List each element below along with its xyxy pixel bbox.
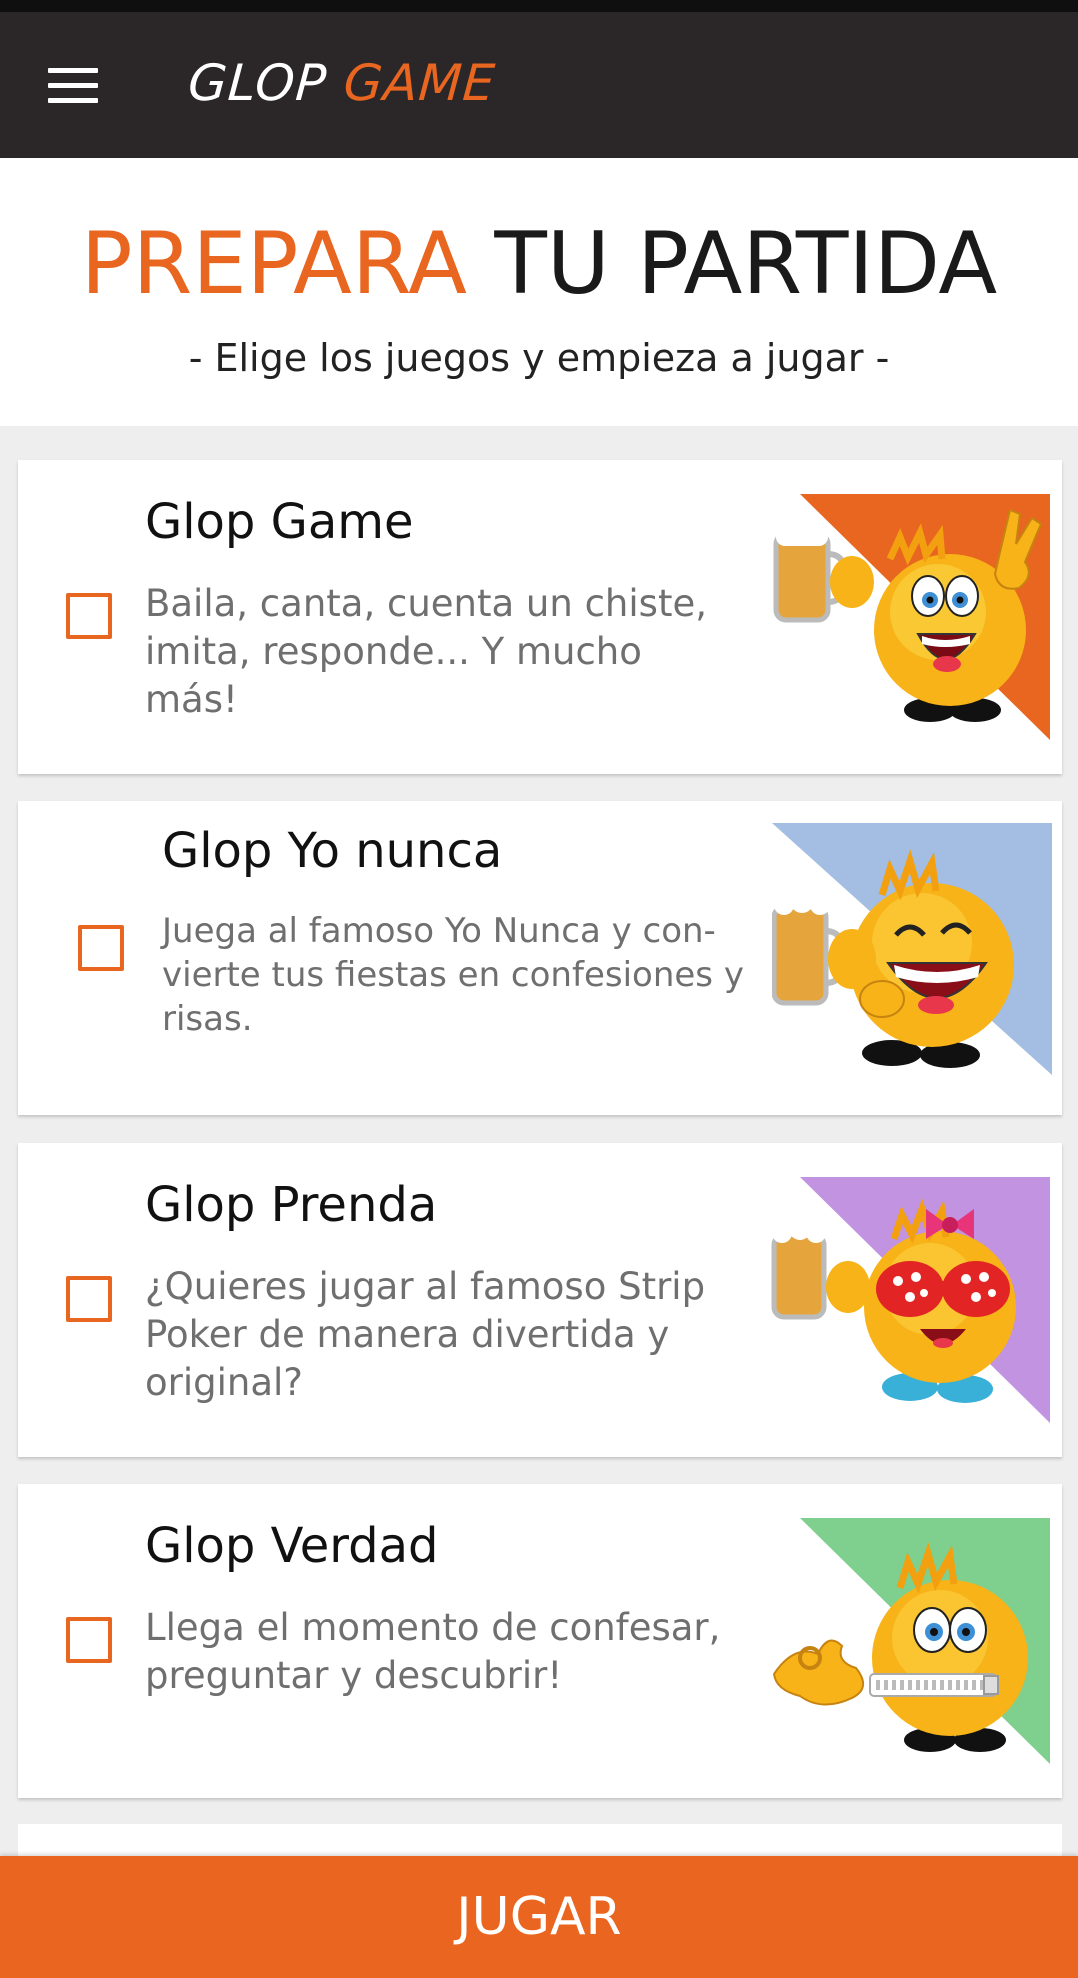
game-card-glop-prenda[interactable]: Glop Prenda ¿Quieres jugar al famoso Str…	[18, 1143, 1062, 1457]
game-card-glop-verdad[interactable]: Glop Verdad Llega el momento de confesar…	[18, 1484, 1062, 1798]
mascot-cheering-beer-image	[773, 494, 1050, 740]
game-title: Glop Prenda	[145, 1177, 438, 1233]
game-description: Baila, canta, cuenta un chiste, imita, r…	[145, 582, 707, 721]
checkbox-icon[interactable]	[66, 1617, 112, 1663]
game-title: Glop Game	[145, 494, 414, 550]
game-title: Glop Verdad	[145, 1518, 439, 1574]
mascot-with-bow-image	[771, 1177, 1050, 1423]
page-title: PREPARA TU PARTIDA	[0, 214, 1078, 314]
page-subtitle: - Elige los juegos y empieza a jugar -	[188, 336, 890, 380]
checkbox-icon[interactable]	[78, 925, 124, 971]
mascot-laughing-beer-image	[772, 823, 1052, 1075]
page-header: PREPARA TU PARTIDA - Elige los juegos y …	[0, 158, 1078, 426]
mascot-zipped-mouth-image	[772, 1518, 1050, 1764]
title-rest: TU PARTIDA	[494, 214, 998, 314]
checkbox-icon[interactable]	[66, 1276, 112, 1322]
hamburger-menu-icon[interactable]	[40, 60, 106, 112]
logo-word-game: GAME	[341, 54, 498, 112]
logo-word-glop: GLOP	[186, 54, 329, 112]
game-card-glop-yo-nunca[interactable]: Glop Yo nunca Juega al famoso Yo Nunca y…	[18, 801, 1062, 1115]
game-description: Llega el momento de confesar, preguntar …	[145, 1606, 721, 1697]
game-card-glop-game[interactable]: Glop Game Baila, canta, cuenta un chiste…	[18, 460, 1062, 774]
game-description: ¿Quieres jugar al famoso Strip Poker de …	[145, 1265, 706, 1404]
play-button[interactable]: JUGAR	[0, 1856, 1078, 1978]
title-accent: PREPARA	[80, 214, 467, 314]
status-bar	[0, 0, 1078, 12]
game-title: Glop Yo nunca	[162, 823, 503, 879]
app-logo: GLOP GAME	[186, 54, 498, 120]
checkbox-icon[interactable]	[66, 593, 112, 639]
app-bar: GLOP GAME	[0, 12, 1078, 158]
game-description: Juega al famoso Yo Nunca y con-vierte tu…	[162, 911, 744, 1039]
